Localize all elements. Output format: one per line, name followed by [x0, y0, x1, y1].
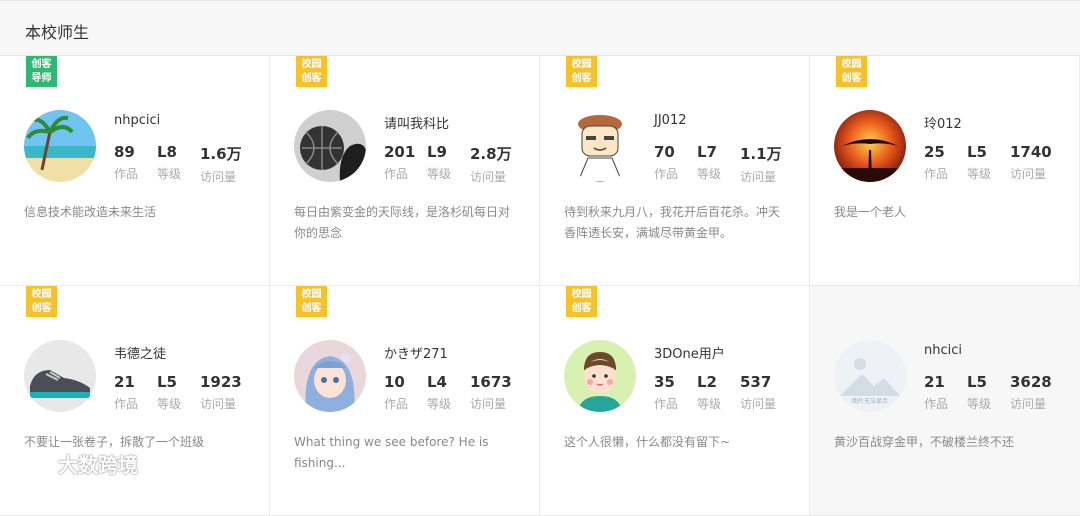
visits-stat: 3628 访问量: [1010, 373, 1052, 411]
user-bio: 黄沙百战穿金甲，不破楼兰终不还: [834, 435, 1015, 449]
user-card[interactable]: 校园 创客 JJ012 70 作品 L7 等级 1.1万 访问量 待到秋来九月八，我花…: [540, 56, 810, 286]
role-badge: 校园 创客: [26, 286, 57, 317]
user-bio: 每日由紫变金的天际线，是洛杉矶每日对你的思念: [294, 205, 511, 240]
level-stat: L5 等级: [967, 373, 992, 411]
placeholder-caption: 图片无法显示: [851, 398, 888, 405]
works-stat: 21 作品: [924, 373, 949, 411]
visits-stat: 1740 访问量: [1010, 143, 1052, 181]
user-name[interactable]: JJ012: [654, 113, 686, 128]
role-badge: 校园 创客: [566, 286, 597, 317]
cartoon-man-avatar[interactable]: [564, 110, 636, 182]
beach-avatar[interactable]: [24, 110, 96, 182]
user-card[interactable]: 校园 创客 3DOne用户 35 作品 L2 等级 537 访问量 这个人很懒，什么都…: [540, 286, 810, 516]
user-card[interactable]: 校园 创客 玲012 25 作品 L5 等级 1740 访问量 我是一个老人: [810, 56, 1080, 286]
watermark: 大数跨境: [8, 449, 138, 478]
sunset-tree-avatar[interactable]: [834, 110, 906, 182]
role-badge: 校园 创客: [296, 56, 327, 87]
level-stat: L7 等级: [697, 143, 722, 181]
anime-girl-avatar[interactable]: [294, 340, 366, 412]
level-stat: L5 等级: [157, 373, 182, 411]
visits-stat: 1673 访问量: [470, 373, 512, 411]
visits-stat: 1.1万 访问量: [740, 145, 782, 184]
role-badge: 校园 创客: [836, 56, 867, 87]
section-header: 本校师生: [0, 0, 1080, 56]
section-title: 本校师生: [25, 23, 90, 42]
level-stat: L4 等级: [427, 373, 452, 411]
watermark-logo-icon: [11, 454, 52, 471]
works-stat: 35 作品: [654, 373, 679, 411]
works-stat: 21 作品: [114, 373, 139, 411]
works-stat: 10 作品: [384, 373, 409, 411]
user-bio: 信息技术能改造未来生活: [24, 205, 157, 219]
sneaker-avatar[interactable]: [24, 340, 96, 412]
user-name[interactable]: nhpcici: [114, 113, 160, 128]
user-bio: 这个人很懒，什么都没有留下~: [564, 435, 731, 449]
user-card[interactable]: 校园 创客 请叫我科比 201 作品 L9 等级 2.8万 访问量 每日由紫变金的天际…: [270, 56, 540, 286]
watermark-text: 大数跨境: [58, 453, 138, 477]
level-stat: L5 等级: [967, 143, 992, 181]
basketball-avatar[interactable]: [294, 110, 366, 182]
visits-stat: 1923 访问量: [200, 373, 242, 411]
placeholder-image-avatar[interactable]: 图片无法显示: [834, 340, 906, 412]
user-name[interactable]: 请叫我科比: [384, 113, 449, 132]
user-name[interactable]: 3DOne用户: [654, 343, 725, 362]
works-stat: 25 作品: [924, 143, 949, 181]
level-stat: L9 等级: [427, 143, 452, 181]
user-bio: 我是一个老人: [834, 205, 907, 219]
visits-stat: 2.8万 访问量: [470, 145, 512, 184]
visits-stat: 1.6万 访问量: [200, 145, 242, 184]
works-stat: 70 作品: [654, 143, 679, 181]
user-name[interactable]: nhcici: [924, 343, 962, 358]
user-name[interactable]: かきザ271: [384, 343, 448, 362]
user-bio: 待到秋来九月八，我花开后百花杀。冲天香阵透长安，满城尽带黄金甲。: [564, 205, 781, 240]
works-stat: 201 作品: [384, 143, 416, 181]
user-card[interactable]: 校园 创客 韦德之徒 21 作品 L5 等级 1923 访问量 不要让一张卷子，拆散了…: [0, 286, 270, 516]
level-stat: L8 等级: [157, 143, 182, 181]
role-badge: 校园 创客: [566, 56, 597, 87]
default-boy-avatar[interactable]: [564, 340, 636, 412]
level-stat: L2 等级: [697, 373, 722, 411]
user-card[interactable]: 校园 创客 かきザ271 10 作品 L4 等级 1673 访问量 What thin…: [270, 286, 540, 516]
user-card[interactable]: 创客 导师 nhpcici 89 作品 L8 等级 1.6万 访问量 信息技术能改造未…: [0, 56, 270, 286]
role-badge: 创客 导师: [26, 56, 57, 87]
user-name[interactable]: 玲012: [924, 113, 962, 132]
visits-stat: 537 访问量: [740, 373, 777, 411]
user-card[interactable]: 图片无法显示 nhcici 21 作品 L5 等级 3628 访问量 黄沙百战穿金甲，…: [810, 286, 1080, 516]
user-name[interactable]: 韦德之徒: [114, 343, 166, 362]
user-bio: What thing we see before? He is fishing.…: [294, 435, 489, 470]
user-grid: 创客 导师 nhpcici 89 作品 L8 等级 1.6万 访问量 信息技术能改造未…: [0, 56, 1080, 516]
works-stat: 89 作品: [114, 143, 139, 181]
role-badge: 校园 创客: [296, 286, 327, 317]
